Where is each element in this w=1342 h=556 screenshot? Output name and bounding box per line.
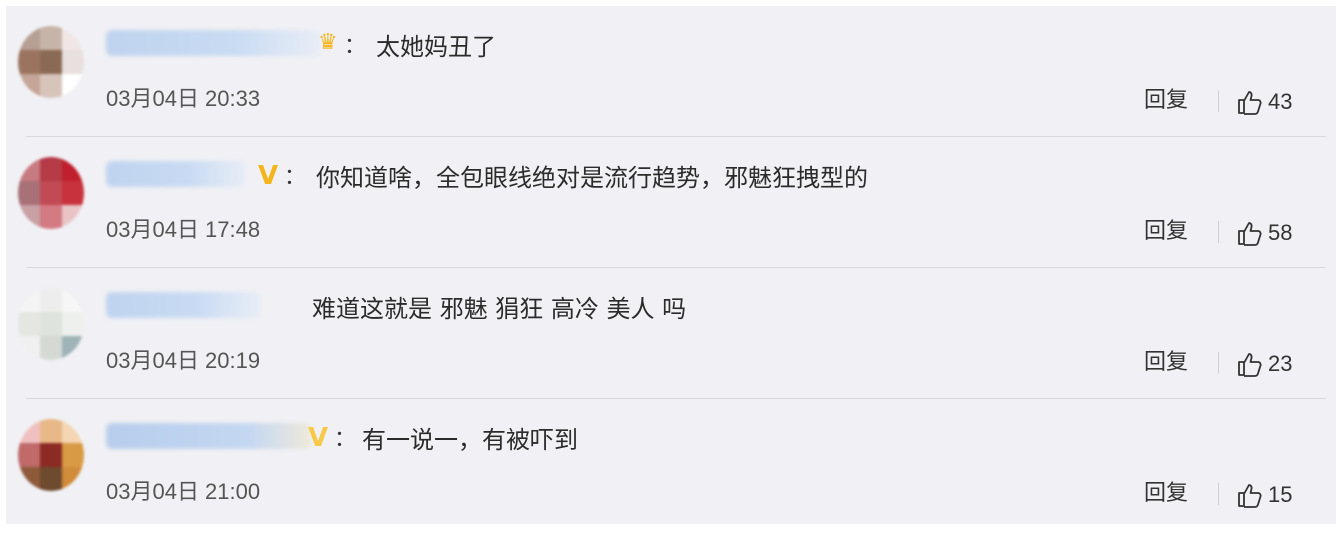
avatar-pixel	[62, 181, 84, 205]
avatar-pixel	[62, 157, 84, 181]
avatar-pixel	[62, 467, 84, 491]
reply-button[interactable]: 回复	[1144, 350, 1188, 376]
avatar-pixel	[18, 157, 40, 181]
avatar-pixel	[40, 419, 62, 443]
avatar-pixel	[62, 288, 84, 312]
avatar-pixel	[18, 26, 40, 50]
divider	[1218, 352, 1219, 374]
comment-item: 难道这就是 邪魅 狷狂 高冷 美人 吗 03月04日 20:19 回复 23	[6, 268, 1336, 399]
comment-time: 03月04日 21:00	[106, 479, 261, 504]
like-button[interactable]: 15	[1236, 481, 1292, 509]
comment-text: 太她妈丑了	[376, 33, 496, 61]
avatar-pixel	[62, 443, 84, 467]
crown-badge-icon: ♛	[318, 30, 338, 55]
username-blurred[interactable]	[106, 292, 261, 318]
comment-time: 03月04日 20:19	[106, 348, 261, 373]
avatar-pixel	[40, 205, 62, 229]
thumbs-up-icon	[1238, 91, 1262, 115]
username-blurred[interactable]	[106, 161, 246, 187]
avatar-pixel	[18, 50, 40, 74]
colon: ：	[284, 165, 307, 190]
username-blurred[interactable]	[106, 423, 311, 449]
avatar-pixel	[40, 181, 62, 205]
avatar-pixel	[62, 336, 84, 360]
comment-list: ♛ ： 太她妈丑了 03月04日 20:33 回复 43 V ： 你知道啥，全包…	[6, 6, 1336, 524]
avatar[interactable]	[18, 157, 84, 229]
verified-v-badge-icon: V	[258, 161, 279, 191]
avatar-pixel	[18, 312, 40, 336]
like-count: 15	[1268, 482, 1293, 507]
divider	[1218, 90, 1219, 112]
avatar-pixel	[40, 157, 62, 181]
avatar-pixel	[18, 467, 40, 491]
avatar[interactable]	[18, 419, 84, 491]
comment-text: 有一说一，有被吓到	[362, 426, 578, 454]
verified-v-badge-icon: V	[308, 423, 329, 453]
avatar-pixel	[40, 443, 62, 467]
thumbs-up-icon	[1238, 222, 1262, 246]
like-button[interactable]: 23	[1236, 350, 1292, 378]
avatar-pixel	[18, 74, 40, 98]
divider	[1218, 221, 1219, 243]
comment-time: 03月04日 17:48	[106, 217, 261, 242]
avatar-pixel	[18, 288, 40, 312]
avatar-pixel	[40, 26, 62, 50]
comment-text: 你知道啥，全包眼线绝对是流行趋势，邪魅狂拽型的	[316, 164, 868, 192]
avatar-pixel	[62, 312, 84, 336]
avatar-pixel	[18, 419, 40, 443]
reply-button[interactable]: 回复	[1144, 219, 1188, 245]
thumbs-up-icon	[1238, 484, 1262, 508]
comment-item: V ： 你知道啥，全包眼线绝对是流行趋势，邪魅狂拽型的 03月04日 17:48…	[6, 137, 1336, 268]
username-blurred[interactable]	[106, 30, 321, 56]
comment-item: V ： 有一说一，有被吓到 03月04日 21:00 回复 15	[6, 399, 1336, 530]
avatar[interactable]	[18, 26, 84, 98]
thumbs-up-icon	[1238, 353, 1262, 377]
avatar-pixel	[18, 181, 40, 205]
like-button[interactable]: 58	[1236, 219, 1292, 247]
avatar-pixel	[40, 312, 62, 336]
reply-button[interactable]: 回复	[1144, 88, 1188, 114]
like-count: 23	[1268, 351, 1293, 376]
avatar-pixel	[62, 74, 84, 98]
avatar-pixel	[40, 467, 62, 491]
comment-time: 03月04日 20:33	[106, 86, 261, 111]
avatar-pixel	[62, 50, 84, 74]
avatar-pixel	[40, 50, 62, 74]
colon: ：	[344, 34, 367, 59]
like-button[interactable]: 43	[1236, 88, 1292, 116]
comment-text: 难道这就是 邪魅 狷狂 高冷 美人 吗	[312, 295, 687, 323]
like-count: 43	[1268, 89, 1293, 114]
avatar-pixel	[40, 288, 62, 312]
avatar-pixel	[40, 74, 62, 98]
avatar-pixel	[62, 205, 84, 229]
divider	[1218, 483, 1219, 505]
avatar-pixel	[62, 419, 84, 443]
avatar-pixel	[62, 26, 84, 50]
avatar-pixel	[40, 336, 62, 360]
reply-button[interactable]: 回复	[1144, 481, 1188, 507]
like-count: 58	[1268, 220, 1293, 245]
avatar[interactable]	[18, 288, 84, 360]
avatar-pixel	[18, 336, 40, 360]
avatar-pixel	[18, 443, 40, 467]
colon: ：	[334, 427, 357, 452]
avatar-pixel	[18, 205, 40, 229]
comment-item: ♛ ： 太她妈丑了 03月04日 20:33 回复 43	[6, 6, 1336, 137]
